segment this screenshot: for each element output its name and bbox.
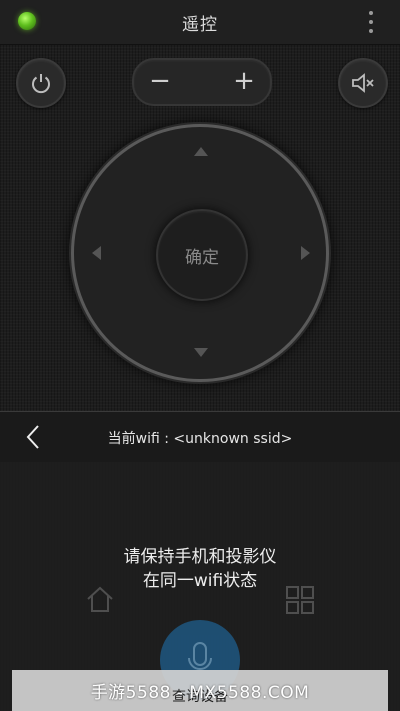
query-device-button[interactable]: 查询设备 [12, 670, 388, 711]
page-title: 遥控 [182, 15, 218, 35]
ok-button[interactable]: 确定 [156, 209, 248, 301]
volume-control: − + [132, 58, 272, 106]
dpad-down-arrow-icon[interactable] [194, 348, 208, 357]
dpad-right-arrow-icon[interactable] [301, 246, 310, 260]
home-icon [87, 586, 113, 612]
top-bar: 遥控 [0, 0, 400, 45]
current-wifi-label: 当前wifi : <unknown ssid> [107, 431, 293, 447]
app-grid-icon [286, 586, 314, 614]
query-device-label: 查询设备 [172, 689, 228, 705]
wifi-instruction-message: 请保持手机和投影仪 在同一wifi状态 [123, 547, 277, 591]
volume-up-button[interactable]: + [224, 66, 264, 98]
dpad-left-arrow-icon[interactable] [92, 246, 101, 260]
volume-mute-icon [352, 73, 374, 93]
volume-down-button[interactable]: − [140, 66, 180, 98]
wifi-panel-header: 当前wifi : <unknown ssid> [0, 411, 400, 462]
power-icon [32, 74, 50, 94]
mute-button[interactable] [338, 58, 388, 108]
dpad-up-arrow-icon[interactable] [194, 147, 208, 156]
more-menu-icon[interactable] [368, 11, 374, 33]
power-button[interactable] [16, 58, 66, 108]
